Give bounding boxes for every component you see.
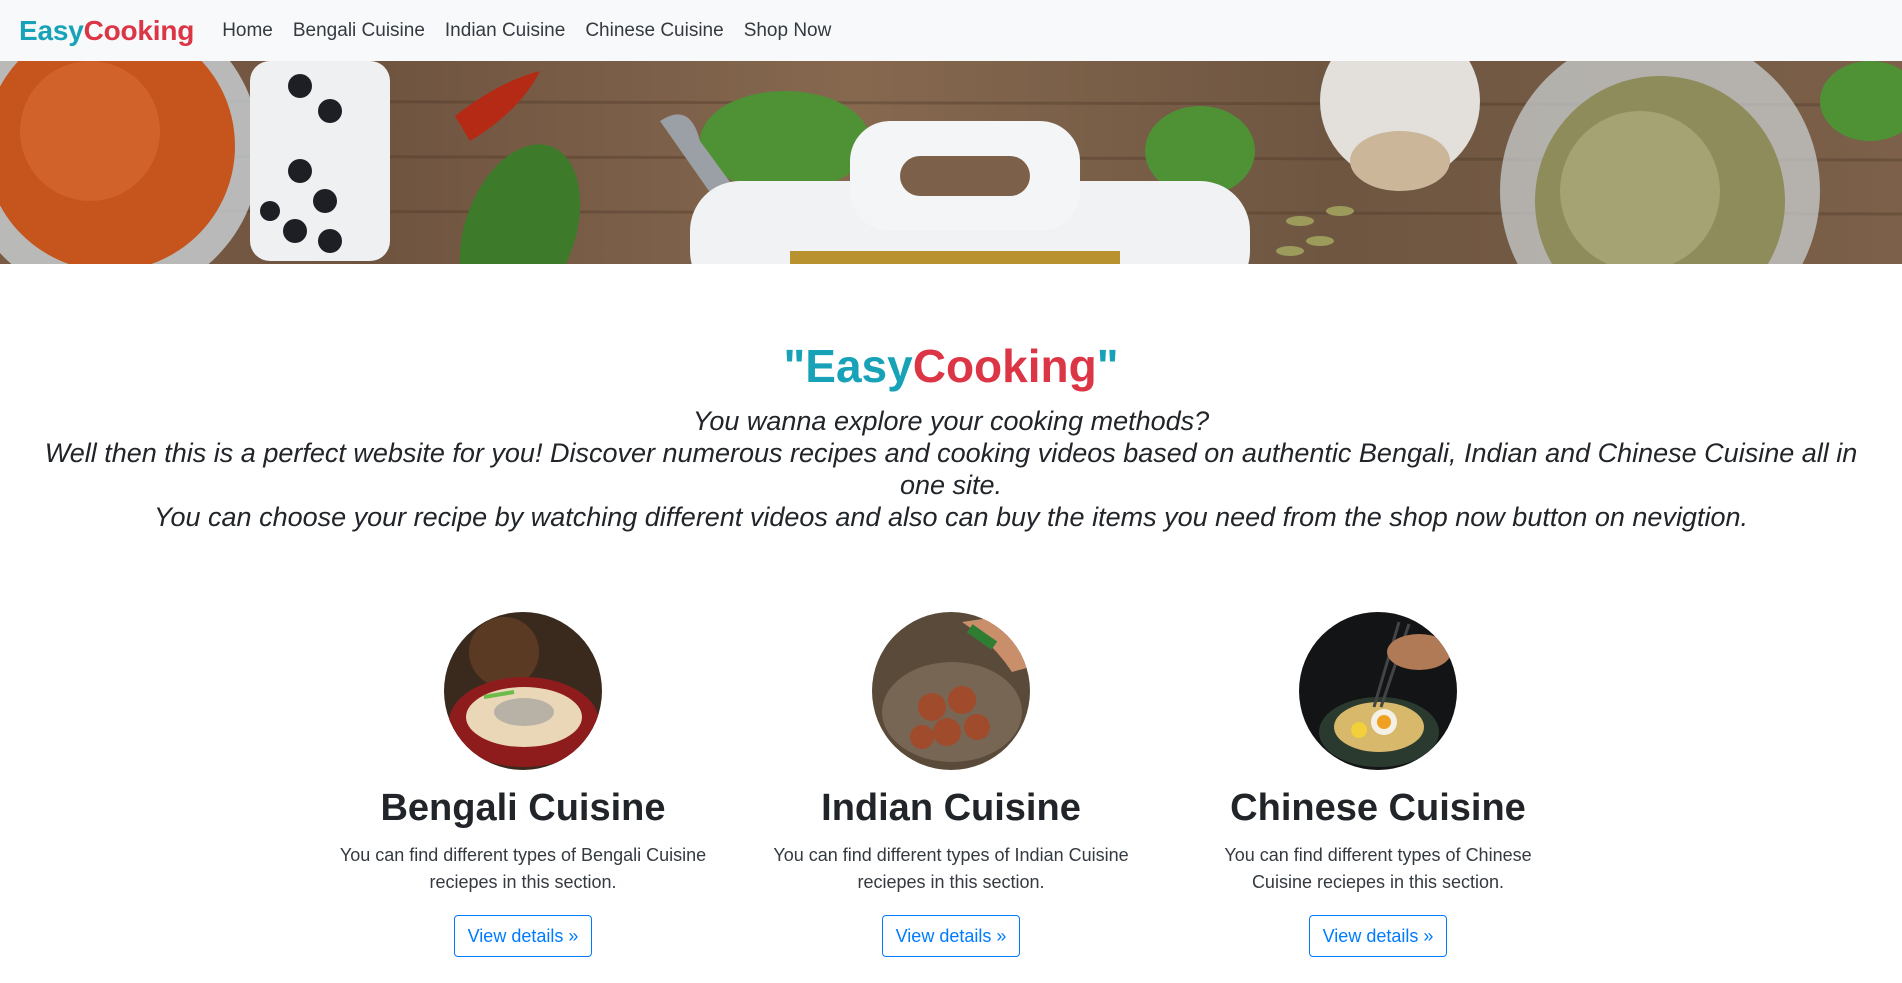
chinese-cuisine-image bbox=[1299, 612, 1457, 770]
card-bengali-cuisine: Bengali Cuisine You can find different t… bbox=[308, 612, 738, 957]
spices-banner-illustration bbox=[0, 61, 1902, 264]
nav-link-home[interactable]: Home bbox=[222, 20, 273, 42]
intro-paragraph: You wanna explore your cooking methods? … bbox=[40, 405, 1862, 533]
view-details-button-indian[interactable]: View details » bbox=[881, 915, 1021, 957]
top-navbar: EasyCooking Home Bengali Cuisine Indian … bbox=[0, 0, 1902, 61]
card-chinese-cuisine: Chinese Cuisine You can find different t… bbox=[1163, 612, 1593, 957]
brand-cooking: Cooking bbox=[83, 14, 195, 46]
view-details-button-chinese[interactable]: View details » bbox=[1308, 915, 1448, 957]
heading-easy: Easy bbox=[805, 340, 913, 392]
heading-cooking: Cooking bbox=[912, 340, 1097, 392]
brand-logo[interactable]: EasyCooking bbox=[19, 15, 194, 47]
nav-link-chinese-cuisine[interactable]: Chinese Cuisine bbox=[585, 20, 723, 42]
nav-link-shop-now[interactable]: Shop Now bbox=[744, 20, 832, 42]
card-description: You can find different types of Chinese … bbox=[1224, 845, 1532, 892]
card-title: Chinese Cuisine bbox=[1230, 787, 1526, 829]
card-description: You can find different types of Bengali … bbox=[339, 845, 707, 892]
card-indian-cuisine: Indian Cuisine You can find different ty… bbox=[736, 612, 1166, 957]
quote-open: " bbox=[783, 340, 806, 392]
hero-banner-image bbox=[0, 61, 1902, 264]
bengali-cuisine-image bbox=[444, 612, 602, 770]
intro-line-1: You wanna explore your cooking methods? bbox=[692, 406, 1210, 436]
nav-link-indian-cuisine[interactable]: Indian Cuisine bbox=[445, 20, 565, 42]
indian-cuisine-image bbox=[872, 612, 1030, 770]
card-title: Bengali Cuisine bbox=[380, 787, 666, 829]
intro-heading: "EasyCooking" bbox=[0, 338, 1902, 394]
brand-easy: Easy bbox=[19, 14, 84, 46]
card-title: Indian Cuisine bbox=[821, 787, 1081, 829]
quote-close: " bbox=[1096, 340, 1119, 392]
intro-line-2: Well then this is a perfect website for … bbox=[44, 438, 1858, 500]
card-description: You can find different types of Indian C… bbox=[773, 845, 1129, 892]
nav-link-bengali-cuisine[interactable]: Bengali Cuisine bbox=[293, 20, 425, 42]
intro-line-3: You can choose your recipe by watching d… bbox=[153, 502, 1748, 532]
view-details-button-bengali[interactable]: View details » bbox=[453, 915, 593, 957]
